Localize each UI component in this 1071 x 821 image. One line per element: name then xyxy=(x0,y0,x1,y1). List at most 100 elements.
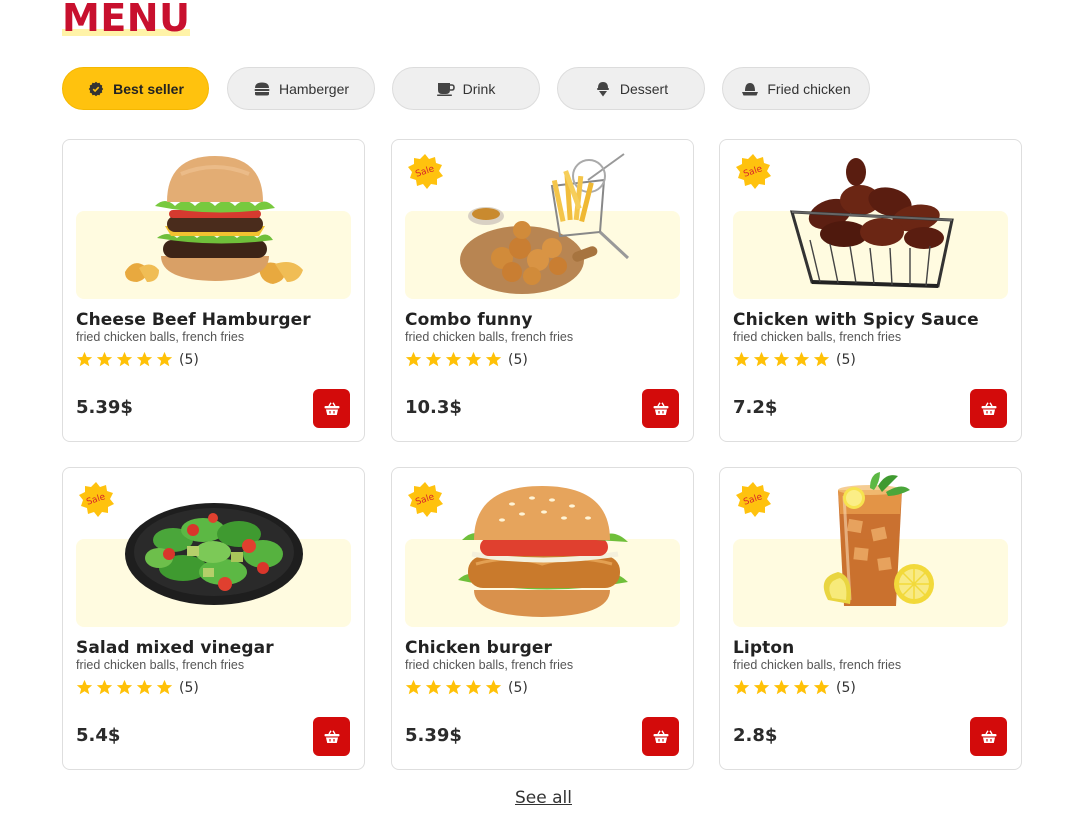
badge-icon xyxy=(87,80,105,98)
star-icon xyxy=(793,351,810,367)
basket-icon xyxy=(653,729,668,743)
add-to-cart-button[interactable] xyxy=(970,389,1007,428)
star-icon xyxy=(156,679,173,695)
star-icon xyxy=(445,679,462,695)
basket-icon xyxy=(324,729,339,743)
product-description: fried chicken balls, french fries xyxy=(405,658,574,672)
hamburger-image xyxy=(125,156,303,284)
star-icon xyxy=(485,679,502,695)
star-icon xyxy=(485,351,502,367)
star-icon xyxy=(425,351,442,367)
product-card[interactable]: Cheese Beef Hamburger fried chicken ball… xyxy=(62,139,365,442)
star-icon xyxy=(733,679,750,695)
star-icon xyxy=(405,679,422,695)
tab-hamberger[interactable]: Hamberger xyxy=(227,67,375,110)
rating-count: (5) xyxy=(836,679,856,696)
rating: (5) xyxy=(733,351,856,368)
product-card[interactable]: Sale Lipton fried chicken balls, french … xyxy=(719,467,1022,770)
star-icon xyxy=(753,351,770,367)
star-icon xyxy=(753,679,770,695)
cup-icon xyxy=(436,80,455,98)
product-name: Chicken burger xyxy=(405,638,553,658)
product-price: 2.8$ xyxy=(733,725,778,746)
tab-dessert[interactable]: Dessert xyxy=(557,67,705,110)
star-icon xyxy=(773,679,790,695)
star-icon xyxy=(96,351,113,367)
product-name: Lipton xyxy=(733,638,795,658)
tab-label: Fried chicken xyxy=(767,80,851,97)
tab-label: Drink xyxy=(462,80,496,97)
tab-best-seller[interactable]: Best seller xyxy=(62,67,209,110)
product-description: fried chicken balls, french fries xyxy=(733,330,902,344)
star-icon xyxy=(405,351,422,367)
product-description: fried chicken balls, french fries xyxy=(76,658,245,672)
rating: (5) xyxy=(405,351,528,368)
star-icon xyxy=(733,351,750,367)
see-all-link[interactable]: See all xyxy=(515,788,572,808)
product-price: 5.39$ xyxy=(76,397,133,418)
star-icon xyxy=(76,351,93,367)
product-description: fried chicken balls, french fries xyxy=(405,330,574,344)
star-icon xyxy=(116,679,133,695)
star-icon xyxy=(813,351,830,367)
tab-label: Best seller xyxy=(113,80,184,97)
tab-drink[interactable]: Drink xyxy=(392,67,540,110)
rating-count: (5) xyxy=(179,679,199,696)
product-name: Chicken with Spicy Sauce xyxy=(733,310,979,330)
add-to-cart-button[interactable] xyxy=(642,389,679,428)
rating: (5) xyxy=(76,679,199,696)
star-icon xyxy=(465,351,482,367)
star-icon xyxy=(76,679,93,695)
star-icon xyxy=(793,679,810,695)
add-to-cart-button[interactable] xyxy=(970,717,1007,756)
rating: (5) xyxy=(76,351,199,368)
basket-icon xyxy=(981,401,996,415)
rating: (5) xyxy=(405,679,528,696)
basket-icon xyxy=(324,401,339,415)
sale-badge: Sale xyxy=(734,481,772,519)
star-icon xyxy=(116,351,133,367)
sale-badge: Sale xyxy=(406,481,444,519)
star-icon xyxy=(96,679,113,695)
rating-count: (5) xyxy=(508,351,528,368)
product-price: 10.3$ xyxy=(405,397,462,418)
star-icon xyxy=(156,351,173,367)
product-description: fried chicken balls, french fries xyxy=(733,658,902,672)
product-card[interactable]: Sale Chicken with Spicy Sauce fried chic… xyxy=(719,139,1022,442)
product-name: Combo funny xyxy=(405,310,533,330)
add-to-cart-button[interactable] xyxy=(642,717,679,756)
tab-label: Hamberger xyxy=(278,80,350,97)
star-icon xyxy=(425,679,442,695)
basket-icon xyxy=(653,401,668,415)
sale-badge: Sale xyxy=(406,153,444,191)
tab-fried-chicken[interactable]: Fried chicken xyxy=(722,67,870,110)
burger-icon xyxy=(253,80,271,98)
basket-icon xyxy=(981,729,996,743)
chicken-icon xyxy=(741,80,759,98)
add-to-cart-button[interactable] xyxy=(313,389,350,428)
product-price: 5.39$ xyxy=(405,725,462,746)
product-card[interactable]: Sale Salad mixed vinegar fried chicken b… xyxy=(62,467,365,770)
sale-badge: Sale xyxy=(77,481,115,519)
star-icon xyxy=(445,351,462,367)
tab-label: Dessert xyxy=(619,80,669,97)
star-icon xyxy=(773,351,790,367)
product-card[interactable]: Sale Combo funny fried chicken balls, fr… xyxy=(391,139,694,442)
rating-count: (5) xyxy=(179,351,199,368)
product-description: fried chicken balls, french fries xyxy=(76,330,245,344)
ice-cream-icon xyxy=(594,80,612,98)
page-title: MENU xyxy=(62,0,191,40)
product-name: Salad mixed vinegar xyxy=(76,638,274,658)
rating-count: (5) xyxy=(836,351,856,368)
add-to-cart-button[interactable] xyxy=(313,717,350,756)
star-icon xyxy=(136,679,153,695)
product-price: 5.4$ xyxy=(76,725,121,746)
product-card[interactable]: Sale Chicken burger fried chicken balls,… xyxy=(391,467,694,770)
star-icon xyxy=(136,351,153,367)
product-price: 7.2$ xyxy=(733,397,778,418)
sale-badge: Sale xyxy=(734,153,772,191)
product-name: Cheese Beef Hamburger xyxy=(76,310,311,330)
star-icon xyxy=(813,679,830,695)
rating-count: (5) xyxy=(508,679,528,696)
star-icon xyxy=(465,679,482,695)
